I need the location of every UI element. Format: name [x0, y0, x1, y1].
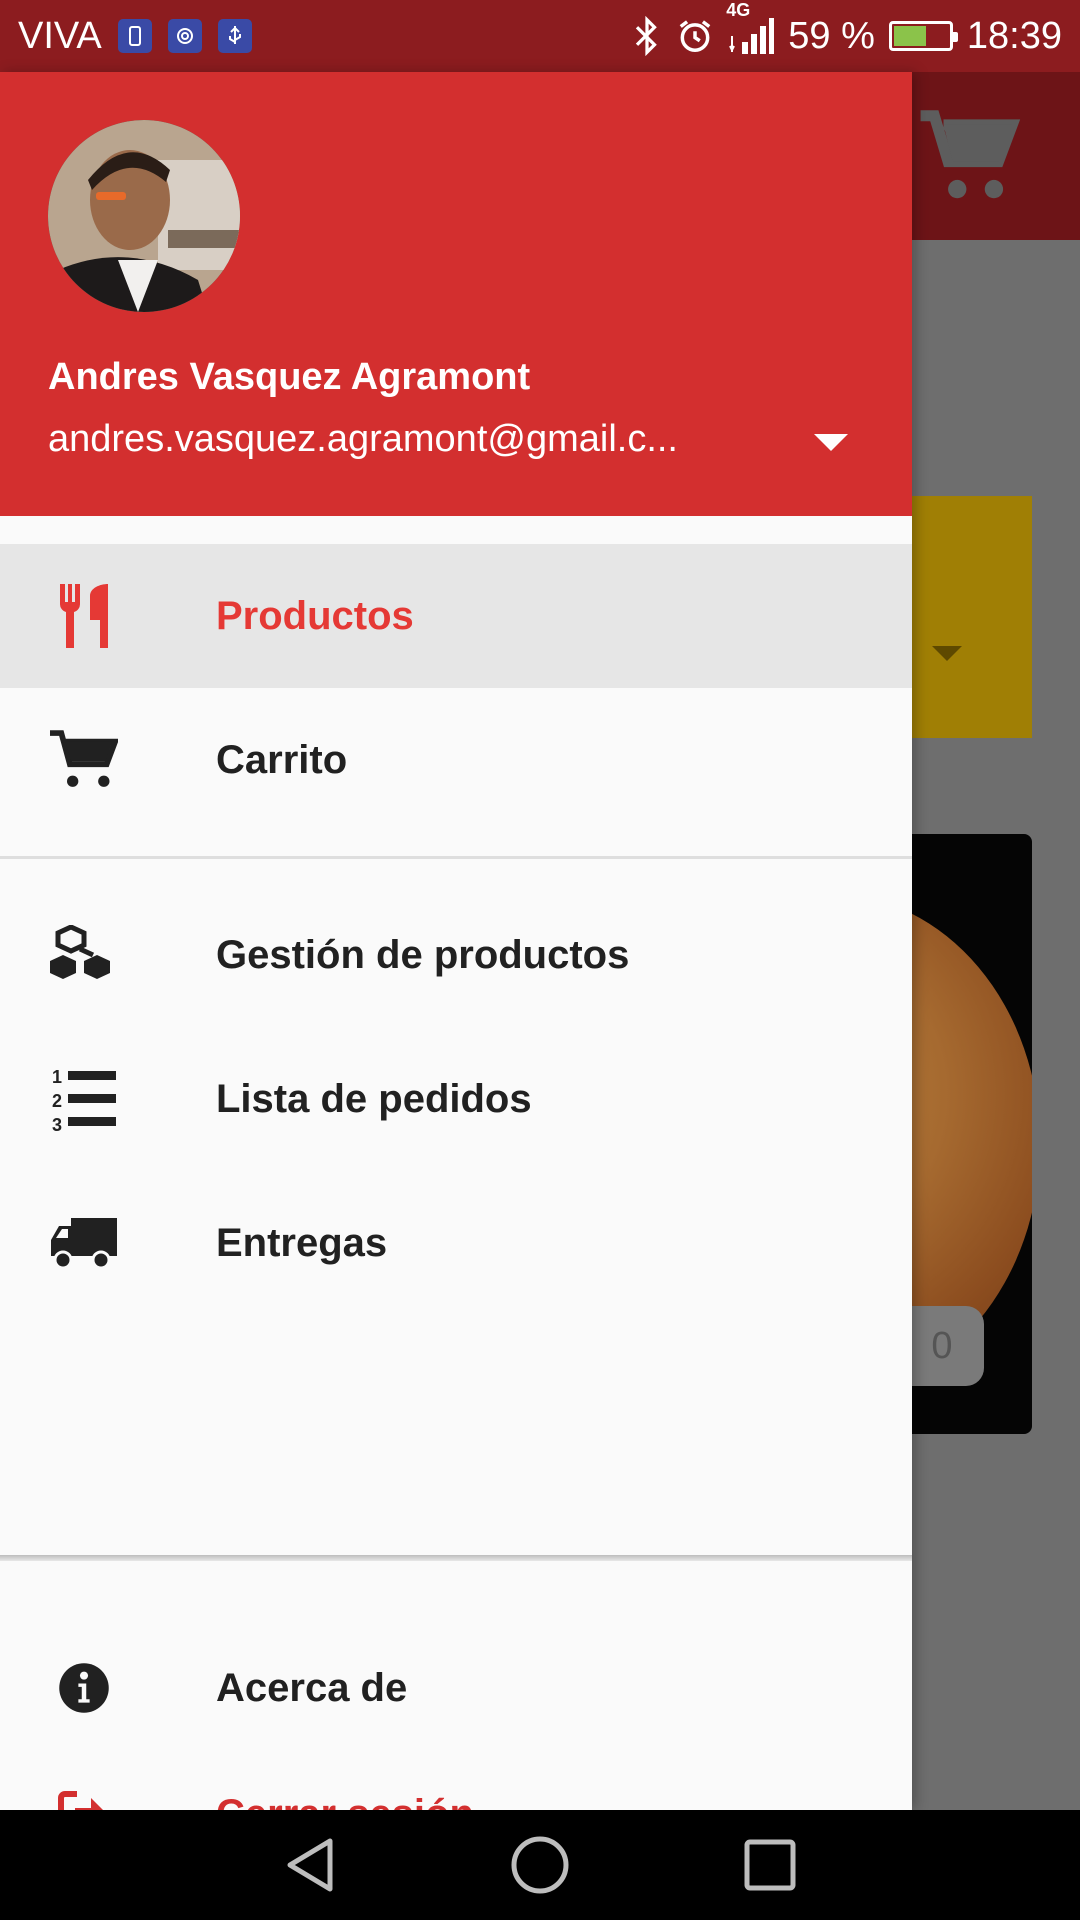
product-price-chip: 0 — [900, 1306, 984, 1386]
user-name: Andres Vasquez Agramont — [48, 356, 531, 398]
status-bar: VIVA 4G 59 % 18:39 — [0, 0, 1080, 72]
home-circle-icon — [511, 1836, 569, 1894]
screen-mirror-notification-icon — [117, 19, 152, 53]
numbered-list-icon: 1 2 3 — [48, 1063, 120, 1135]
svg-text:3: 3 — [52, 1115, 62, 1133]
navigation-drawer: Andres Vasquez Agramont andres.vasquez.a… — [0, 72, 912, 1837]
menu-label: Gestión de productos — [216, 932, 630, 977]
menu-label: Acerca de — [216, 1665, 408, 1710]
system-navigation-bar — [0, 1810, 1080, 1920]
cart-icon — [48, 724, 120, 796]
menu-item-productos[interactable]: Productos — [0, 544, 912, 688]
menu-label: Entregas — [216, 1220, 388, 1265]
back-triangle-icon — [287, 1838, 333, 1892]
svg-text:1: 1 — [52, 1067, 62, 1087]
alarm-icon — [676, 17, 714, 55]
signal-icon: 4G — [726, 0, 775, 56]
menu-item-carrito[interactable]: Carrito — [0, 688, 912, 832]
usb-notification-icon — [217, 19, 252, 53]
menu-item-gestion-productos[interactable]: Gestión de productos — [0, 883, 912, 1027]
truck-icon — [48, 1207, 120, 1279]
menu-item-lista-pedidos[interactable]: 1 2 3 Lista de pedidos — [0, 1027, 912, 1171]
sync-notification-icon — [167, 19, 202, 53]
avatar[interactable] — [48, 120, 240, 312]
drawer-header: Andres Vasquez Agramont andres.vasquez.a… — [0, 72, 912, 516]
back-button[interactable] — [265, 1820, 355, 1910]
menu-item-entregas[interactable]: Entregas — [0, 1171, 912, 1315]
user-email: andres.vasquez.agramont@gmail.c... — [48, 418, 678, 460]
account-dropdown-icon[interactable] — [814, 434, 848, 451]
info-icon — [48, 1652, 120, 1724]
clock: 18:39 — [966, 14, 1062, 57]
cart-toolbar-icon[interactable] — [916, 102, 1026, 212]
recents-button[interactable] — [725, 1820, 815, 1910]
battery-percent: 59 % — [788, 14, 875, 57]
home-button[interactable] — [495, 1820, 585, 1910]
network-type-label: 4G — [726, 0, 751, 20]
menu-item-acerca-de[interactable]: Acerca de — [0, 1623, 912, 1753]
menu-label: Carrito — [216, 737, 348, 782]
utensils-icon — [48, 580, 120, 652]
menu-label: Productos — [216, 593, 414, 638]
chevron-down-icon — [932, 646, 962, 661]
footer-divider — [0, 1555, 912, 1561]
bluetooth-icon — [632, 16, 662, 56]
menu-label: Lista de pedidos — [216, 1076, 532, 1121]
cubes-icon — [48, 919, 120, 991]
carrier-label: VIVA — [18, 14, 102, 57]
battery-icon — [888, 21, 958, 51]
svg-text:2: 2 — [52, 1091, 62, 1111]
recents-square-icon — [744, 1839, 796, 1891]
menu-divider — [0, 856, 912, 859]
